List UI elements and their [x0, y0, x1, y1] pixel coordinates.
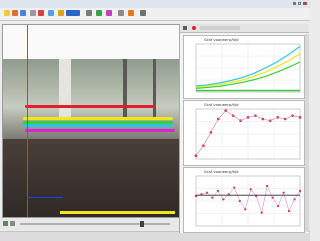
video-background-top: [3, 25, 179, 59]
chart-2: [194, 108, 302, 160]
frame-cursor-line[interactable]: [27, 25, 28, 217]
plots-panel: Graf voorwerp/tijd Graf voorwerp/tijd Gr…: [179, 24, 309, 233]
undo-icon[interactable]: [30, 10, 36, 16]
record-icon[interactable]: [58, 10, 64, 16]
video-panel[interactable]: [2, 24, 180, 218]
settings-icon[interactable]: [86, 10, 92, 16]
tool-icon[interactable]: [118, 10, 124, 16]
track-yellow: [23, 117, 173, 120]
chart-3: [194, 175, 302, 227]
plot-panel-2[interactable]: Graf voorwerp/tijd: [183, 100, 305, 166]
plots-scrollbar[interactable]: [305, 34, 309, 232]
track-cyan: [23, 124, 173, 127]
close-icon[interactable]: [303, 2, 307, 5]
extra-icon[interactable]: [106, 10, 112, 16]
video-scene: [3, 59, 179, 139]
track-red: [25, 105, 155, 108]
minimize-icon[interactable]: [293, 2, 296, 5]
zoom-icon[interactable]: [48, 10, 54, 16]
plot-panel-1[interactable]: Graf voorwerp/tijd: [183, 35, 305, 99]
open-icon[interactable]: [12, 10, 18, 16]
play-button[interactable]: [3, 221, 8, 226]
redo-icon[interactable]: [38, 10, 44, 16]
maximize-icon[interactable]: [298, 2, 301, 5]
track-magenta: [25, 129, 175, 132]
plot-menu-icon[interactable]: [183, 26, 187, 30]
title-bar: [0, 0, 310, 8]
plot-track-color-icon[interactable]: [192, 26, 196, 30]
tool2-icon[interactable]: [128, 10, 134, 16]
origin-axis[interactable]: [27, 197, 63, 198]
pillar: [59, 59, 71, 119]
save-icon[interactable]: [20, 10, 26, 16]
plots-header: [180, 24, 309, 33]
new-icon[interactable]: [4, 10, 10, 16]
timeline-track[interactable]: [60, 211, 175, 214]
main-toolbar: [0, 8, 310, 21]
window-frame: [153, 59, 156, 119]
slider-thumb[interactable]: [140, 221, 144, 227]
plot-tab[interactable]: [200, 26, 240, 30]
video-floor: [3, 139, 179, 217]
step-button[interactable]: [10, 221, 15, 226]
tracker-icon[interactable]: [66, 10, 80, 16]
slider-track[interactable]: [20, 223, 170, 225]
tool3-icon[interactable]: [140, 10, 146, 16]
plot-panel-3[interactable]: Graf voorwerp/tijd: [183, 167, 305, 233]
window-frame: [123, 59, 127, 119]
chart-1: [195, 43, 301, 93]
help-icon[interactable]: [96, 10, 102, 16]
